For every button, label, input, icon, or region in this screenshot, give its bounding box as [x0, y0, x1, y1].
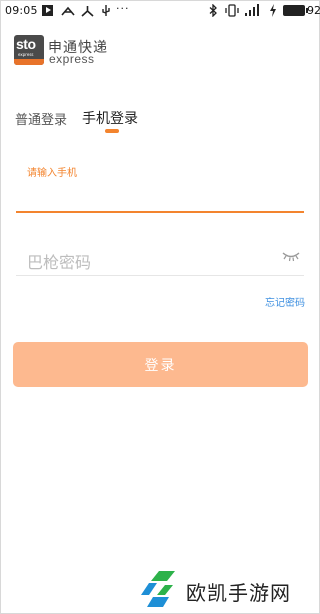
password-underline [16, 275, 304, 276]
tab-phone-login[interactable]: 手机登录 [82, 108, 138, 128]
phone-field-label: 请输入手机 [27, 168, 77, 179]
hide-password-eye-icon[interactable] [281, 249, 301, 263]
battery-icon [283, 5, 308, 16]
watermark-logo-icon [141, 571, 175, 607]
active-tab-indicator [105, 129, 119, 133]
play-icon [42, 5, 53, 16]
watermark-text: 欧凯手游网 [186, 581, 291, 605]
bluetooth-icon [209, 4, 217, 17]
logo-small-text: express [18, 52, 34, 57]
usb-icon [102, 5, 110, 16]
status-time: 09:05 [5, 4, 38, 17]
charging-icon [270, 4, 276, 17]
phone-input[interactable] [16, 181, 304, 211]
logo-text: sto [16, 36, 36, 52]
brand-name-en: express [49, 52, 95, 66]
more-dots-icon: ··· [116, 2, 130, 15]
forgot-password-link[interactable]: 忘记密码 [265, 294, 305, 309]
battery-level: 92 [307, 4, 320, 17]
vibrate-icon [225, 4, 239, 17]
phone-underline [16, 211, 304, 213]
login-button[interactable]: 登录 [13, 342, 308, 387]
logo-swoosh [14, 59, 44, 65]
share-icon [81, 6, 94, 17]
status-bar: 09:05 ··· 92 [1, 1, 320, 21]
network-icon [61, 6, 75, 16]
tab-normal-login[interactable]: 普通登录 [15, 109, 67, 128]
signal-icon [245, 4, 259, 16]
sto-logo: sto express [14, 35, 44, 65]
password-input[interactable] [27, 249, 277, 275]
